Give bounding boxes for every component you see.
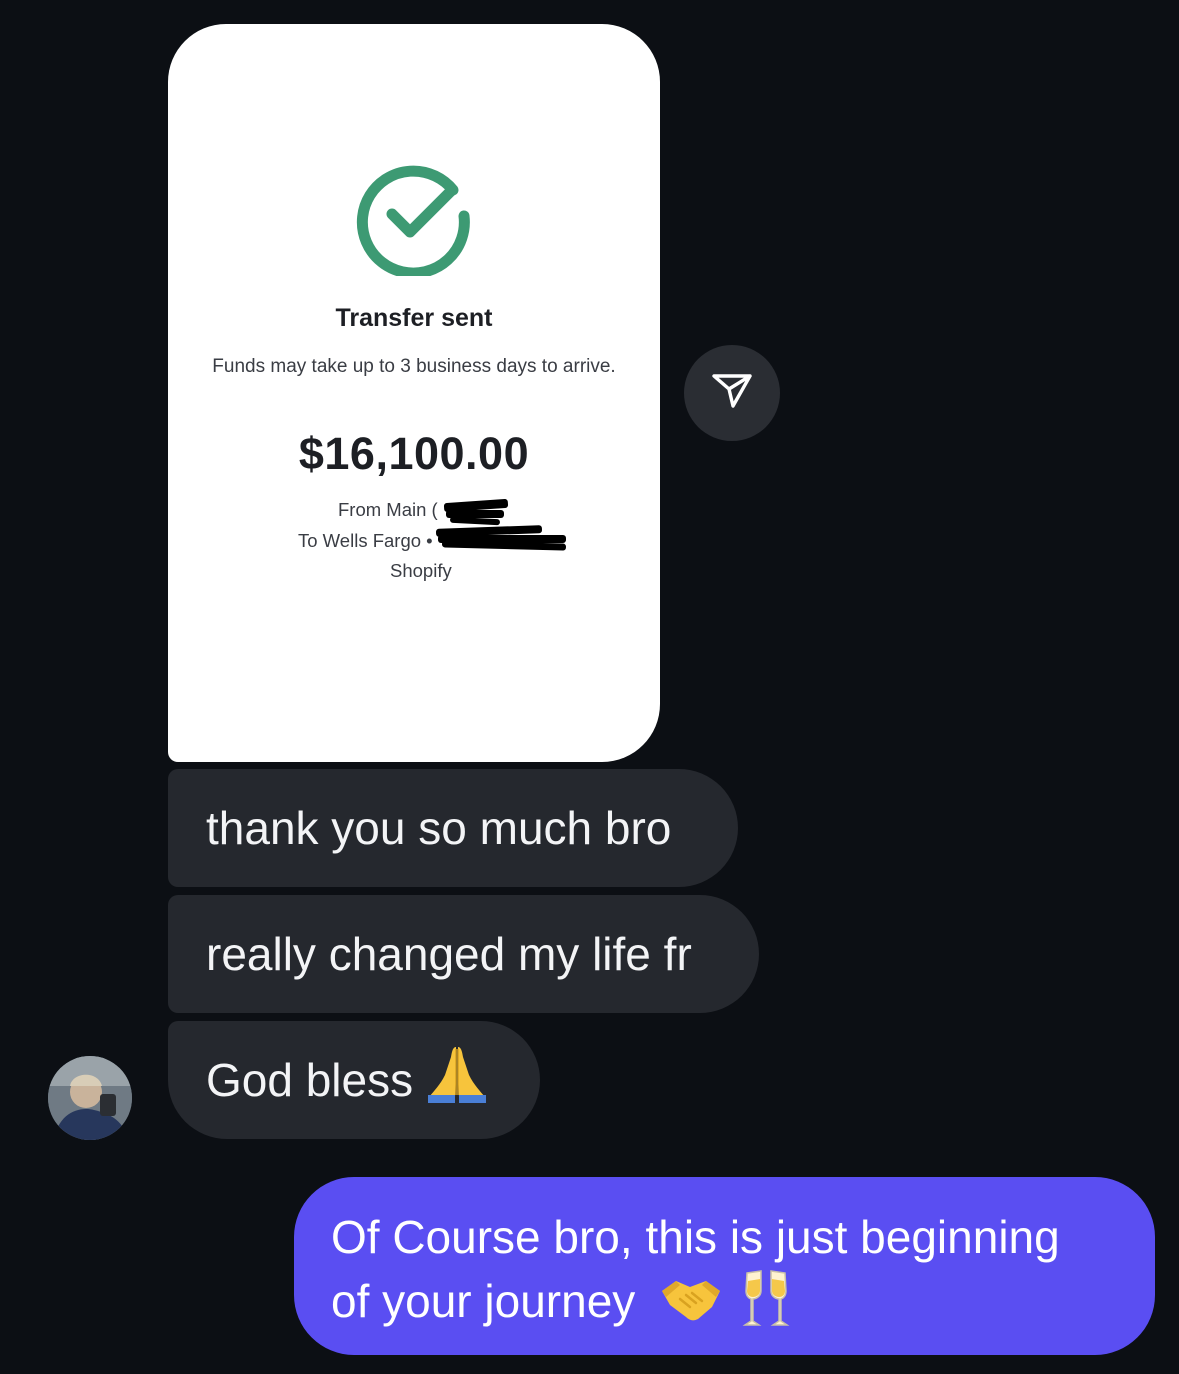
transfer-merchant: Shopify bbox=[390, 560, 452, 581]
message-text: God bless bbox=[206, 1054, 414, 1106]
shared-screenshot-image[interactable]: Transfer sent Funds may take up to 3 bus… bbox=[168, 24, 660, 762]
transfer-to: To Wells Fargo • bbox=[298, 530, 433, 551]
message-text-line-2: of your journey bbox=[331, 1275, 636, 1328]
avatar[interactable] bbox=[48, 1056, 132, 1140]
transfer-amount: $16,100.00 bbox=[298, 428, 530, 479]
message-text-line-1: Of Course bro, this is just beginning bbox=[331, 1211, 1060, 1263]
transfer-subtitle: Funds may take up to 3 business days to … bbox=[212, 356, 616, 377]
message-text: thank you so much bro bbox=[206, 802, 672, 854]
redaction-mark bbox=[449, 516, 501, 526]
praying-hands-icon bbox=[425, 1041, 489, 1119]
chat-screen: Transfer sent Funds may take up to 3 bus… bbox=[0, 0, 1179, 1374]
clinking-glasses-icon bbox=[741, 1267, 791, 1343]
transfer-title: Transfer sent bbox=[335, 304, 493, 332]
incoming-message-bubble[interactable]: God bless bbox=[168, 1021, 540, 1139]
incoming-message-bubble[interactable]: really changed my life fr bbox=[168, 895, 759, 1013]
message-text: really changed my life fr bbox=[206, 928, 692, 980]
incoming-message-bubble[interactable]: thank you so much bro bbox=[168, 769, 738, 887]
send-icon bbox=[710, 369, 754, 418]
handshake-icon bbox=[660, 1273, 722, 1337]
transfer-from: From Main ( bbox=[338, 499, 438, 520]
outgoing-message-bubble[interactable]: Of Course bro, this is just beginning of… bbox=[294, 1177, 1155, 1355]
share-button[interactable] bbox=[684, 345, 780, 441]
check-circle-icon bbox=[356, 160, 472, 279]
